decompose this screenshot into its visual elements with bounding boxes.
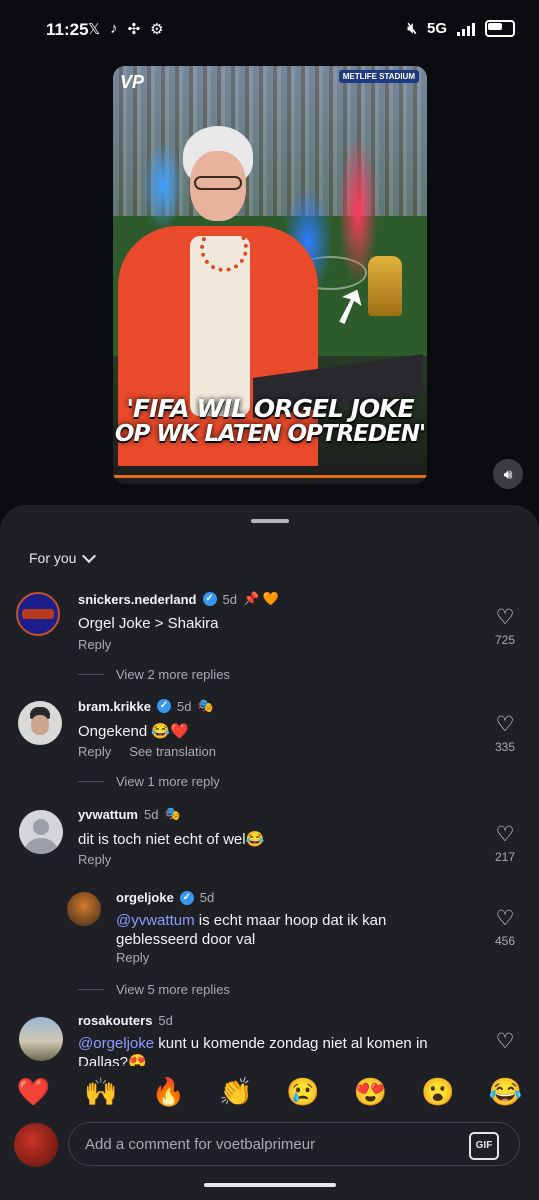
comment-placeholder: Add a comment for voetbalprimeur [85, 1136, 316, 1153]
reply-button[interactable]: Reply [116, 950, 149, 965]
like-button[interactable]: ♡ [494, 1031, 516, 1053]
video-headline: 'FIFA WIL ORGEL JOKE OP WK LATEN OPTREDE… [114, 394, 426, 448]
heart-icon: ♡ [495, 907, 515, 930]
view-replies-button[interactable]: View 5 more replies [78, 982, 230, 997]
like-button[interactable]: ♡ 217 [494, 823, 516, 865]
heart-icon: ♡ [495, 1030, 515, 1053]
heart-icon: ♡ [495, 713, 515, 736]
pinwheel-icon: ✣ [127, 21, 141, 38]
username[interactable]: snickers.nederland [78, 592, 197, 607]
username[interactable]: rosakouters [78, 1013, 152, 1028]
like-button[interactable]: ♡ 456 [494, 907, 516, 949]
username[interactable]: yvwattum [78, 807, 138, 822]
stadium-tag: METLIFE STADIUM [338, 70, 419, 83]
pinned-badge: 📌 🧡 [242, 591, 279, 606]
drag-handle[interactable] [251, 519, 289, 523]
reaction-heart-eyes[interactable]: 😍 [354, 1076, 388, 1108]
tiktok-icon: ♪ [110, 20, 118, 37]
avatar[interactable] [67, 892, 101, 926]
avatar[interactable] [19, 810, 63, 854]
see-translation-button[interactable]: See translation [129, 744, 216, 759]
comment-composer: Add a comment for voetbalprimeur GIF [0, 1118, 539, 1178]
comment-age: 5d [199, 890, 215, 905]
comment-age: 5d [222, 591, 237, 607]
view-replies-button[interactable]: View 1 more reply [78, 774, 220, 789]
heart-icon: ♡ [495, 606, 515, 629]
fan-badge: 🎭 [197, 698, 214, 713]
avatar[interactable] [19, 1017, 63, 1061]
comment-age: 5d [143, 806, 159, 822]
vp-logo: VP [120, 72, 145, 92]
battery-icon [485, 20, 515, 37]
quick-reactions-bar: ❤️ 🙌 🔥 👏 😢 😍 😮 😂 [0, 1066, 539, 1118]
home-indicator[interactable] [204, 1183, 336, 1187]
verified-badge-icon: ✓ [179, 890, 194, 905]
avatar[interactable] [18, 701, 62, 745]
verified-badge-icon: ✓ [157, 699, 171, 713]
reaction-fire[interactable]: 🔥 [152, 1076, 186, 1108]
comment-text: dit is toch niet echt of wel😂 [78, 831, 265, 848]
network-label: 5G [426, 20, 447, 37]
reaction-wow[interactable]: 😮 [421, 1076, 455, 1108]
view-replies-button[interactable]: View 2 more replies [78, 667, 230, 682]
like-button[interactable]: ♡ 725 [494, 606, 516, 648]
avatar[interactable] [16, 592, 60, 636]
reaction-clap[interactable]: 👏 [219, 1076, 253, 1108]
comment-age: 5d [158, 1013, 173, 1028]
mention-link[interactable]: @orgeljoke [78, 1035, 154, 1052]
verified-badge-icon: ✓ [202, 592, 217, 606]
like-count: 217 [494, 850, 516, 864]
like-button[interactable]: ♡ 335 [494, 713, 516, 755]
comment-text: Ongekend 😂❤️ [78, 723, 189, 740]
username[interactable]: bram.krikke [78, 699, 151, 714]
comment-text: Orgel Joke > Shakira [78, 615, 219, 632]
clock: 11:25 [46, 20, 89, 39]
like-count: 725 [494, 633, 516, 647]
gif-button[interactable]: GIF [469, 1132, 499, 1160]
world-cup-trophy [368, 256, 402, 316]
reaction-laugh[interactable]: 😂 [489, 1076, 523, 1108]
reaction-cry[interactable]: 😢 [286, 1076, 320, 1108]
x-icon: 𝕏 [88, 21, 101, 38]
comment-input[interactable]: Add a comment for voetbalprimeur GIF [68, 1122, 520, 1166]
heart-icon: ♡ [495, 823, 515, 846]
reaction-raised-hands[interactable]: 🙌 [84, 1076, 118, 1108]
like-count: 335 [494, 740, 516, 754]
reply-button[interactable]: Reply [78, 744, 111, 759]
gear-icon: ⚙ [150, 21, 164, 38]
fan-badge: 🎭 [164, 806, 181, 821]
chevron-down-icon [82, 548, 97, 563]
sound-toggle-button[interactable]: 🔊︎ [493, 459, 523, 489]
like-count: 456 [494, 934, 516, 948]
comment-text: @yvwattum is echt maar hoop dat ik kan g… [116, 912, 387, 948]
video-player[interactable]: ➚ VP METLIFE STADIUM 'FIFA WIL ORGEL JOK… [113, 66, 427, 484]
signal-icon [457, 22, 475, 36]
status-bar: 11:25 𝕏 ♪ ✣ ⚙ 🔇︎ 5G [0, 0, 539, 60]
reaction-heart[interactable]: ❤️ [17, 1076, 51, 1108]
my-avatar [14, 1123, 58, 1167]
mute-icon: 🔇︎ [407, 20, 417, 37]
mention-link[interactable]: @yvwattum [116, 912, 195, 929]
speaker-icon: 🔊︎ [503, 465, 513, 482]
comment-age: 5d [177, 698, 192, 714]
username[interactable]: orgeljoke [116, 890, 174, 905]
comment-filter-dropdown[interactable]: For you [29, 548, 97, 566]
reply-button[interactable]: Reply [78, 852, 111, 867]
reply-button[interactable]: Reply [78, 637, 111, 652]
